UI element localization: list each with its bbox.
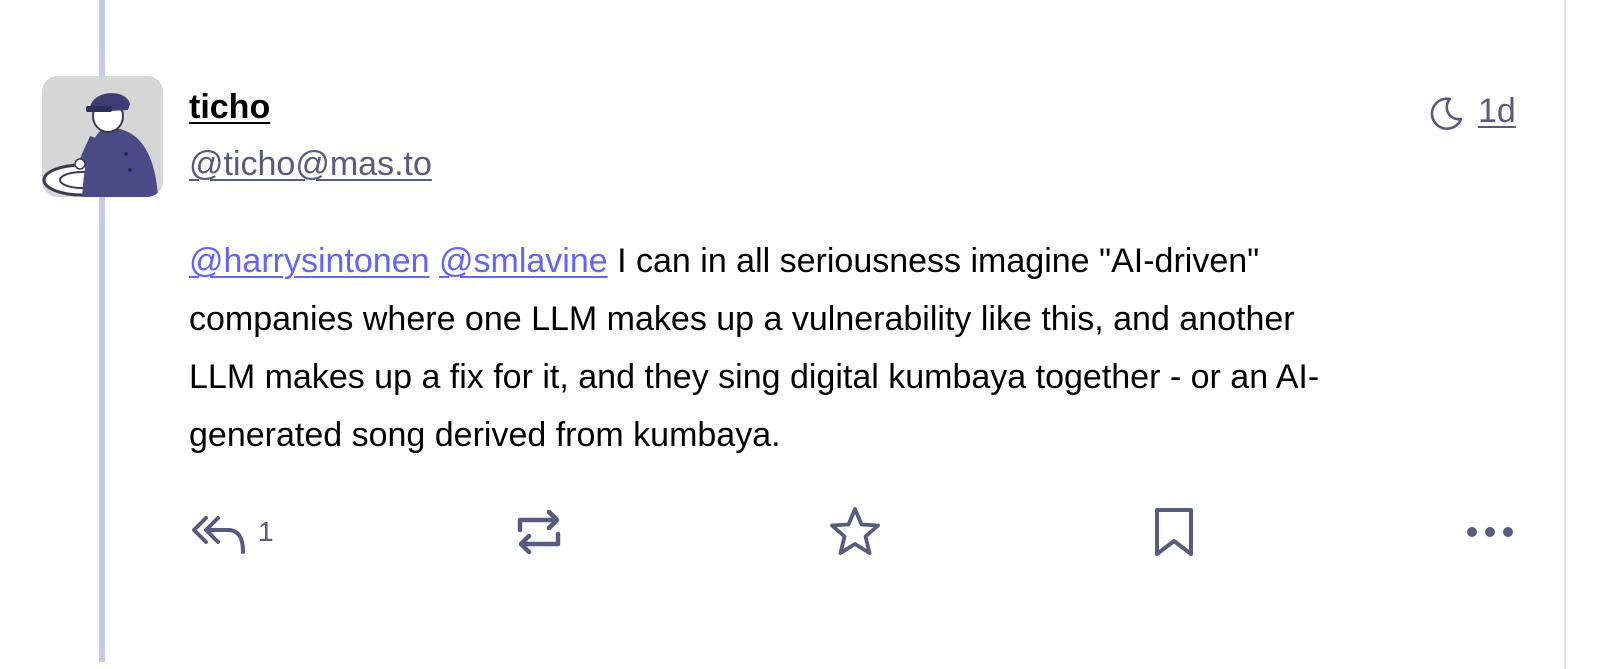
favourite-button[interactable]: [828, 500, 882, 564]
boost-icon: [512, 506, 566, 558]
bookmark-button[interactable]: [1152, 500, 1196, 564]
content-line-3: LLM makes up a fix for it, and they sing…: [189, 358, 1320, 396]
moon-icon: [1428, 94, 1466, 132]
post-content: @harrysintonen @smlavine I can in all se…: [189, 232, 1519, 464]
post-timestamp[interactable]: 1d: [1478, 92, 1516, 131]
boost-button[interactable]: [512, 500, 566, 564]
mention-link[interactable]: @smlavine: [439, 242, 608, 280]
bookmark-icon: [1152, 505, 1196, 559]
content-line-4: generated song derived from kumbaya.: [189, 416, 781, 454]
content-line-2: companies where one LLM makes up a vulne…: [189, 300, 1295, 338]
mention-link[interactable]: @harrysintonen: [189, 242, 430, 280]
author-handle[interactable]: @ticho@mas.to: [189, 145, 432, 184]
avatar[interactable]: [42, 76, 163, 197]
reply-count: 1: [258, 516, 274, 547]
content-line-1: @harrysintonen @smlavine I can in all se…: [189, 232, 1519, 290]
column-border: [1564, 0, 1566, 669]
more-horizontal-icon: [1464, 522, 1516, 542]
more-button[interactable]: [1464, 500, 1516, 564]
author-display-name[interactable]: ticho: [189, 88, 270, 127]
reply-all-icon: [190, 508, 248, 556]
content-text: I can in all seriousness imagine "AI-dri…: [607, 242, 1260, 280]
reply-button[interactable]: 1: [190, 500, 274, 564]
star-icon: [828, 505, 882, 559]
